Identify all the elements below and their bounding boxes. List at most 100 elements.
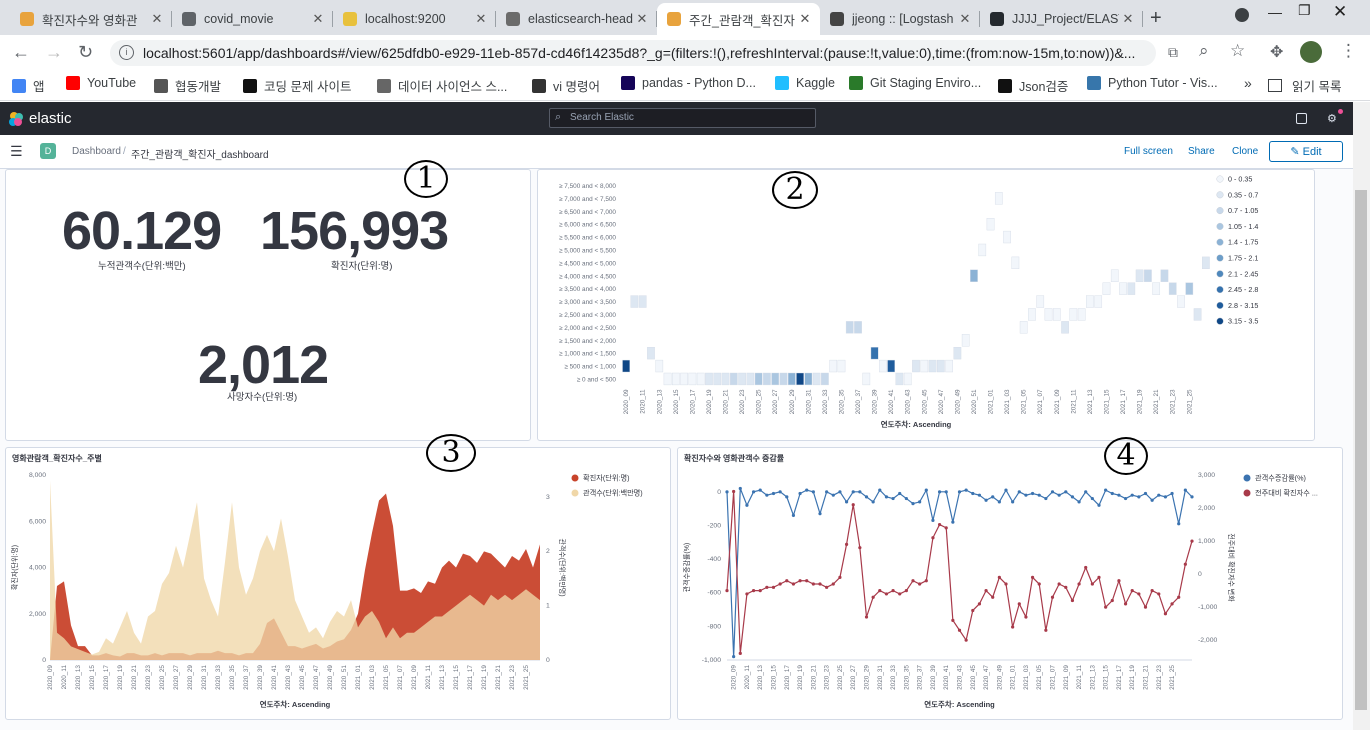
line-series-audience-rate-point[interactable] xyxy=(1183,488,1187,492)
line-series-audience-rate-point[interactable] xyxy=(1110,491,1114,496)
line-series-confirmed-change-point[interactable] xyxy=(997,575,1001,580)
heatmap-cell[interactable] xyxy=(771,372,780,386)
browser-tab[interactable]: elasticsearch-head ✕ xyxy=(496,3,657,35)
line-series-audience-rate-point[interactable] xyxy=(1123,496,1128,501)
translate-icon[interactable]: ⧉ xyxy=(1168,44,1178,61)
line-series-audience-rate-point[interactable] xyxy=(1057,493,1061,497)
line-series-audience-rate-point[interactable] xyxy=(825,490,829,494)
bookmark-item[interactable]: YouTube xyxy=(66,76,136,90)
line-series-confirmed-change-point[interactable] xyxy=(1157,592,1161,596)
heatmap-cell[interactable] xyxy=(862,372,871,386)
heatmap-cell[interactable] xyxy=(705,372,713,386)
elastic-logo-text[interactable]: elastic xyxy=(29,110,72,127)
heatmap-cell[interactable] xyxy=(671,372,680,386)
line-series-confirmed-change-point[interactable] xyxy=(918,582,922,586)
new-tab-button[interactable]: + xyxy=(1150,7,1162,30)
line-series-confirmed-change-point[interactable] xyxy=(1163,612,1168,616)
line-series-audience-rate-point[interactable] xyxy=(844,500,849,504)
heatmap-cell[interactable] xyxy=(1028,308,1036,321)
line-series-audience-rate-point[interactable] xyxy=(858,490,862,494)
line-series-audience-rate-point[interactable] xyxy=(931,518,935,523)
bookmark-item[interactable]: vi 명령어 xyxy=(532,76,600,95)
tab-close-icon[interactable]: ✕ xyxy=(472,11,490,27)
line-series-confirmed-change-point[interactable] xyxy=(1037,582,1041,586)
heatmap-cell[interactable] xyxy=(1144,269,1152,282)
line-series-confirmed-change-point[interactable] xyxy=(964,638,968,642)
heatmap-cell[interactable] xyxy=(920,359,929,373)
line-series-audience-rate-point[interactable] xyxy=(838,490,842,494)
line-series-audience-rate-point[interactable] xyxy=(871,500,875,504)
line-series-confirmed-change-point[interactable] xyxy=(725,589,729,593)
line-series-confirmed-change-point[interactable] xyxy=(1170,602,1174,606)
line-series-audience-rate-point[interactable] xyxy=(1097,503,1101,507)
line-series-confirmed-change-point[interactable] xyxy=(991,595,995,599)
heatmap-cell[interactable] xyxy=(663,372,672,386)
line-series-confirmed-change-point[interactable] xyxy=(957,628,962,632)
heatmap-legend-swatch[interactable] xyxy=(1216,254,1224,262)
line-series-confirmed-change-point[interactable] xyxy=(971,608,975,613)
extensions-icon[interactable]: ✥ xyxy=(1270,42,1283,62)
heatmap-cell[interactable] xyxy=(630,295,639,308)
line-series-audience-rate-point[interactable] xyxy=(778,490,782,494)
line-series-audience-rate-point[interactable] xyxy=(1150,498,1154,502)
heatmap-legend-swatch[interactable] xyxy=(1216,191,1224,199)
line-series-audience-rate-point[interactable] xyxy=(884,495,889,499)
zoom-icon[interactable]: ⌕ xyxy=(1199,41,1209,61)
line-series-audience-rate-point[interactable] xyxy=(1117,493,1121,497)
line-series-confirmed-change-point[interactable] xyxy=(1050,595,1055,599)
browser-tab[interactable]: jjeong :: [Logstash ✕ xyxy=(820,3,980,35)
line-series-audience-rate-point[interactable] xyxy=(811,490,815,494)
hamburger-menu-icon[interactable]: ☰ xyxy=(10,143,23,160)
line-series-confirmed-change-point[interactable] xyxy=(851,503,855,507)
line-series-audience-rate-point[interactable] xyxy=(1017,490,1021,494)
line-series-audience-rate-point[interactable] xyxy=(765,493,769,497)
line-series-confirmed-change-point[interactable] xyxy=(1143,605,1148,609)
line-series-confirmed-change-point[interactable] xyxy=(1110,598,1114,603)
heatmap-cell[interactable] xyxy=(994,192,1003,205)
line-series-confirmed-change-point[interactable] xyxy=(891,589,895,593)
heatmap-cell[interactable] xyxy=(945,359,953,373)
bookmark-item[interactable]: 데이터 사이언스 스... xyxy=(377,76,507,95)
reload-icon[interactable]: ↻ xyxy=(78,42,93,63)
user-menu-icon[interactable]: ⚙ xyxy=(1327,112,1337,125)
heatmap-cell[interactable] xyxy=(1094,295,1103,308)
browser-tab[interactable]: localhost:9200 ✕ xyxy=(333,3,496,35)
line-series-audience-rate-point[interactable] xyxy=(937,490,942,494)
line-series-audience-rate-point[interactable] xyxy=(964,488,968,492)
heatmap-cell[interactable] xyxy=(1168,282,1177,295)
line-series-confirmed-change-point[interactable] xyxy=(1011,625,1015,629)
area-legend-swatch[interactable] xyxy=(571,474,579,482)
tab-close-icon[interactable]: ✕ xyxy=(148,11,166,27)
edit-button[interactable]: ✎ Edit xyxy=(1269,141,1343,162)
heatmap-cell[interactable] xyxy=(961,334,970,347)
breadcrumb-dashboard[interactable]: Dashboard xyxy=(72,146,121,157)
heatmap-cell[interactable] xyxy=(895,372,904,386)
line-series-confirmed-change-point[interactable] xyxy=(825,585,829,589)
line-series-audience-rate-point[interactable] xyxy=(1084,490,1088,494)
heatmap-cell[interactable] xyxy=(1052,308,1061,321)
line-series-audience-rate-point[interactable] xyxy=(818,512,822,516)
line-series-audience-rate-point[interactable] xyxy=(1130,493,1134,497)
bookmark-item[interactable]: 코딩 문제 사이트 xyxy=(243,76,351,95)
line-series-audience-rate-point[interactable] xyxy=(1163,495,1168,499)
line-series-audience-rate-point[interactable] xyxy=(791,513,796,517)
line-series-confirmed-change-point[interactable] xyxy=(904,589,908,593)
restore-button[interactable]: ❐ xyxy=(1298,2,1311,19)
heatmap-cell[interactable] xyxy=(903,372,912,386)
line-series-confirmed-change-point[interactable] xyxy=(924,579,928,583)
heatmap-legend-swatch[interactable] xyxy=(1216,207,1224,215)
heatmap-cell[interactable] xyxy=(829,359,838,373)
line-series-audience-rate-point[interactable] xyxy=(851,490,855,494)
browser-tab[interactable]: JJJJ_Project/ELAST ✕ xyxy=(980,3,1143,35)
heatmap-legend-swatch[interactable] xyxy=(1216,238,1224,246)
line-series-confirmed-change-point[interactable] xyxy=(1057,582,1061,586)
heatmap-legend-swatch[interactable] xyxy=(1216,286,1224,294)
heatmap-cell[interactable] xyxy=(1177,295,1185,308)
line-series-confirmed-change-point[interactable] xyxy=(751,589,756,593)
heatmap-legend-swatch[interactable] xyxy=(1216,175,1224,183)
line-series-audience-rate-point[interactable] xyxy=(984,498,988,502)
line-series-audience-rate-point[interactable] xyxy=(758,488,762,492)
heatmap-cell[interactable] xyxy=(1152,282,1161,295)
line-series-confirmed-change-point[interactable] xyxy=(778,582,782,586)
heatmap-cell[interactable] xyxy=(1160,269,1169,282)
